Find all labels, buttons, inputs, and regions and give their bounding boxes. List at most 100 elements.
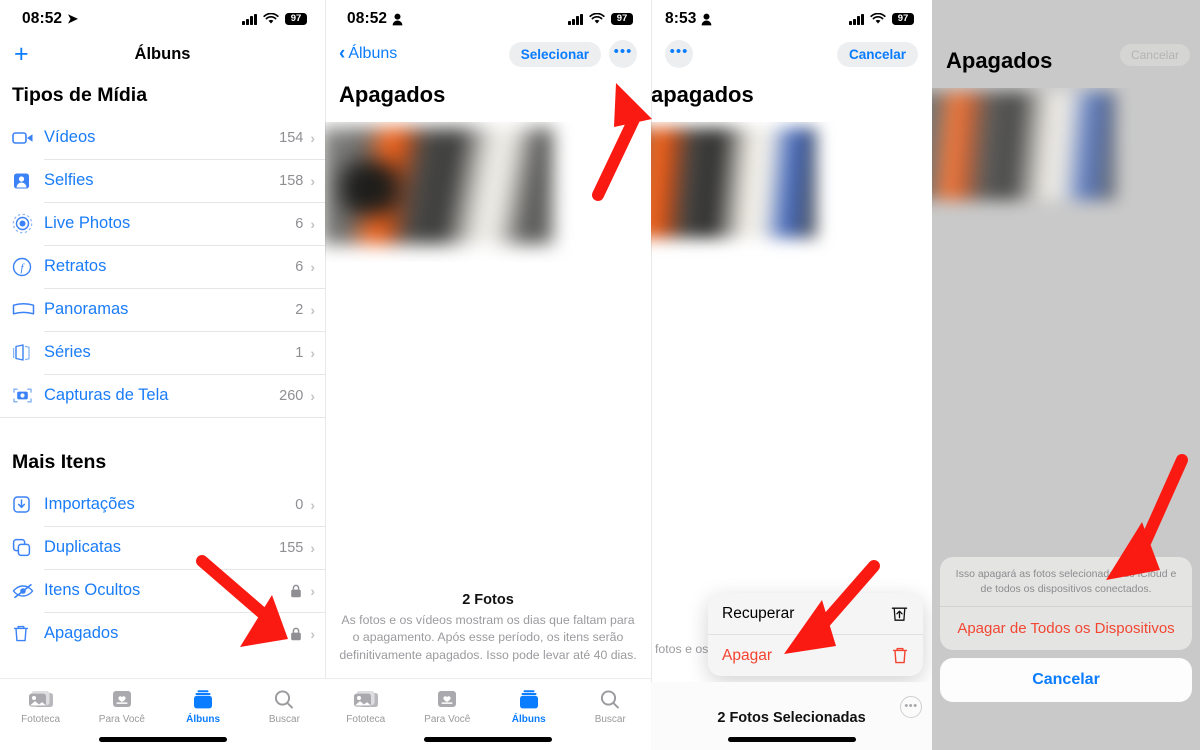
delete-from-all-devices-button[interactable]: Apagar de Todos os Dispositivos [940, 606, 1192, 650]
list-item-panoramas[interactable]: Panoramas 2 › [0, 288, 325, 331]
tab-para-voce[interactable]: Para Você [81, 689, 162, 725]
list-item-screenshots[interactable]: Capturas de Tela 260 › [0, 374, 325, 417]
tab-bar: Fototeca Para Você Álbuns Buscar [325, 678, 651, 750]
chevron-left-icon: ‹ [339, 42, 346, 64]
photo-thumbnail[interactable] [651, 128, 817, 238]
chevron-right-icon: › [310, 172, 315, 189]
list-item-hidden[interactable]: Itens Ocultos › [0, 569, 325, 612]
photos-icon [353, 691, 378, 707]
albums-icon [194, 690, 213, 709]
tab-label: Buscar [594, 714, 626, 725]
photo-thumbnail[interactable] [325, 128, 553, 244]
status-left: 8:53 [665, 10, 712, 28]
home-indicator [424, 737, 552, 742]
status-time: 08:52 [22, 10, 63, 27]
cellular-signal-icon [849, 13, 864, 25]
chevron-right-icon: › [310, 539, 315, 556]
list-item-label: Séries [44, 343, 91, 361]
tab-fototeca[interactable]: Fototeca [325, 689, 407, 725]
status-right: 97 [849, 12, 914, 26]
list-item-count: 1 [295, 344, 304, 361]
list-item-videos[interactable]: Vídeos 154 › [0, 116, 325, 159]
back-button[interactable]: ‹ Álbuns [339, 42, 397, 64]
person-icon [392, 13, 403, 25]
context-menu: Recuperar Apagar [708, 593, 923, 676]
tab-label: Para Você [424, 714, 471, 725]
tab-bar: Fototeca Para Você Álbuns Buscar [0, 678, 325, 750]
list-item-bursts[interactable]: Séries 1 › [0, 331, 325, 374]
list-item-count: 154 [279, 129, 304, 146]
chevron-right-icon: › [310, 582, 315, 599]
battery-indicator: 97 [611, 12, 633, 26]
chevron-right-icon: › [310, 129, 315, 146]
list-item-deleted[interactable]: Apagados › [0, 612, 325, 655]
list-item-live-photos[interactable]: Live Photos 6 › [0, 202, 325, 245]
tab-albuns[interactable]: Álbuns [163, 689, 244, 725]
list-item-duplicates[interactable]: Duplicatas 155 › [0, 526, 325, 569]
more-options-button[interactable]: ••• [900, 696, 922, 718]
menu-item-apagar[interactable]: Apagar [708, 634, 923, 676]
page-title: Apagados [946, 48, 1053, 73]
chevron-right-icon: › [310, 387, 315, 404]
wifi-icon [589, 13, 605, 24]
page-title: Álbuns [134, 44, 191, 63]
select-button[interactable]: Selecionar [508, 41, 601, 67]
action-sheet-group: Isso apagará as fotos selecionadas do iC… [940, 557, 1192, 650]
list-item-count: 6 [295, 215, 304, 232]
list-item-portraits[interactable]: f Retratos 6 › [0, 245, 325, 288]
album-description: As fotos e os vídeos mostram os dias que… [339, 612, 637, 662]
chevron-right-icon: › [310, 258, 315, 275]
home-indicator [98, 737, 227, 742]
chevron-right-icon: › [310, 496, 315, 513]
phone-panel-deleted-album: 08:52 97 ‹ Álbuns Selecionar ••• Apagado… [325, 0, 651, 750]
tab-buscar[interactable]: Buscar [570, 689, 652, 725]
status-time: 8:53 [665, 10, 697, 27]
list-item-count: 6 [295, 258, 304, 275]
phone-panel-albums: 08:52 ➤ 97 + Álbuns Tipos de Mídia Vídeo… [0, 0, 325, 750]
list-item-label: Itens Ocultos [44, 581, 141, 599]
more-options-button[interactable]: ••• [609, 40, 637, 68]
more-items-list: Importações 0 › Duplicatas 155 › Itens O… [0, 483, 325, 655]
selected-count-label: 2 Fotos Selecionadas [717, 710, 866, 726]
tab-buscar[interactable]: Buscar [244, 689, 325, 725]
screenshot-stage: 08:52 ➤ 97 + Álbuns Tipos de Mídia Vídeo… [0, 0, 1200, 750]
add-album-button[interactable]: + [14, 41, 29, 67]
menu-item-recuperar[interactable]: Recuperar [708, 593, 923, 634]
tab-fototeca[interactable]: Fototeca [0, 689, 81, 725]
chevron-right-icon: › [310, 301, 315, 318]
photos-icon [28, 691, 53, 707]
phone-panel-confirm-sheet: Cancelar Apagados Isso apagará as fotos … [932, 0, 1200, 750]
panorama-icon [12, 302, 40, 317]
tab-albuns[interactable]: Álbuns [488, 689, 570, 725]
navigation-bar: ‹ Álbuns Selecionar ••• [325, 34, 651, 74]
burst-icon [12, 343, 40, 362]
location-arrow-icon: ➤ [67, 11, 79, 26]
navigation-bar: + Álbuns [0, 34, 325, 74]
tab-label: Para Você [98, 714, 145, 725]
list-item-label: Selfies [44, 171, 94, 189]
section-divider [0, 417, 325, 441]
page-title: apagados [651, 82, 754, 107]
list-item-label: Retratos [44, 257, 107, 275]
more-options-button[interactable]: ••• [665, 40, 693, 68]
cancel-button-dimmed[interactable]: Cancelar [1119, 44, 1190, 66]
list-item-count: 0 [295, 496, 304, 513]
list-item-imports[interactable]: Importações 0 › [0, 483, 325, 526]
list-item-label: Duplicatas [44, 538, 122, 556]
video-icon [12, 130, 40, 146]
tab-para-voce[interactable]: Para Você [407, 689, 489, 725]
album-footer-note: 2 Fotos As fotos e os vídeos mostram os … [325, 592, 651, 664]
tab-label: Buscar [268, 714, 300, 725]
cancel-button[interactable]: Cancelar [836, 41, 918, 67]
menu-item-label: Recuperar [722, 604, 795, 622]
portrait-icon: f [12, 257, 40, 277]
wifi-icon [870, 13, 886, 24]
trash-icon [12, 624, 40, 643]
list-item-selfies[interactable]: Selfies 158 › [0, 159, 325, 202]
sheet-content: Cancelar Apagados Isso apagará as fotos … [932, 0, 1200, 750]
photo-grid [651, 122, 932, 262]
wifi-icon [263, 13, 279, 24]
sheet-cancel-button[interactable]: Cancelar [940, 658, 1192, 702]
status-right: 97 [568, 12, 633, 26]
status-time: 08:52 [347, 10, 388, 27]
